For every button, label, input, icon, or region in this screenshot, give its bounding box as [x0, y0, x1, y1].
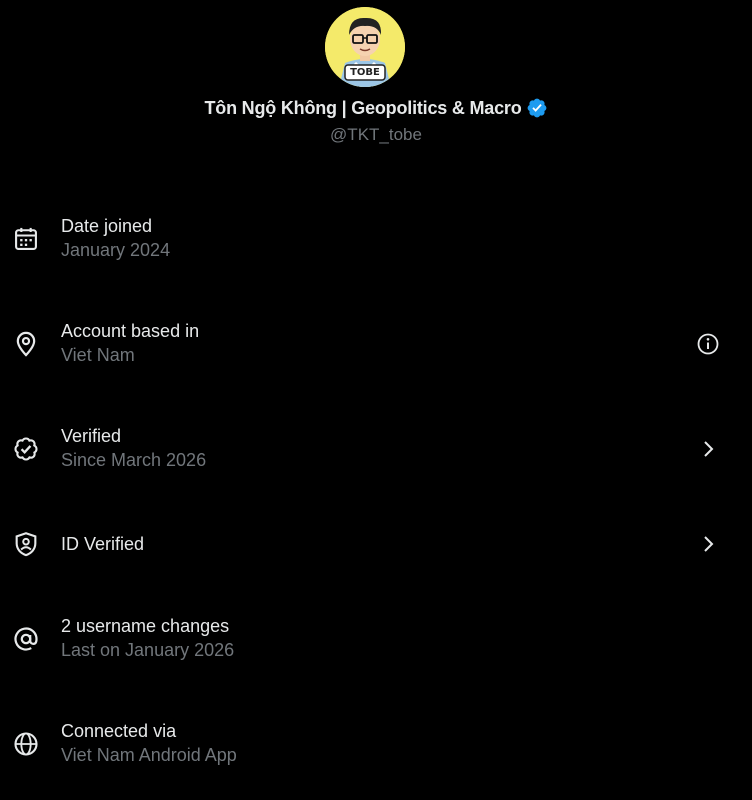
- chevron-right-icon[interactable]: [696, 437, 720, 461]
- row-text: Verified Since March 2026: [61, 424, 206, 473]
- verified-badge-icon[interactable]: [526, 97, 548, 119]
- verified-check-icon: [14, 436, 38, 461]
- info-row-verified[interactable]: Verified Since March 2026: [0, 396, 752, 501]
- info-icon[interactable]: [696, 332, 720, 356]
- location-pin-icon: [16, 331, 36, 357]
- row-title: Date joined: [61, 216, 153, 236]
- row-title: 2 username changes: [61, 616, 230, 636]
- row-text: Date joined January 2024: [61, 214, 170, 263]
- row-subtitle: Viet Nam: [61, 345, 135, 365]
- row-text: ID Verified: [61, 532, 144, 556]
- info-row-username-changes: 2 username changes Last on January 2026: [0, 586, 752, 691]
- id-shield-icon: [15, 531, 37, 556]
- info-row-account-based-in: Account based in Viet Nam: [0, 291, 752, 396]
- chevron-right-icon[interactable]: [696, 532, 720, 556]
- avatar[interactable]: TOBE: [325, 7, 405, 87]
- row-subtitle: Last on January 2026: [61, 640, 235, 660]
- globe-icon: [14, 731, 38, 756]
- row-text: 2 username changes Last on January 2026: [61, 614, 234, 663]
- display-name: Tôn Ngộ Không | Geopolitics & Macro: [204, 97, 522, 118]
- at-sign-icon: [14, 626, 38, 651]
- row-subtitle: Since March 2026: [61, 450, 207, 470]
- avatar-label: TOBE: [350, 67, 380, 78]
- profile-handle: @TKT_tobe: [330, 125, 422, 144]
- row-title: Verified: [61, 426, 122, 446]
- row-title: Account based in: [61, 321, 200, 341]
- row-title: ID Verified: [61, 533, 145, 554]
- row-subtitle: January 2024: [61, 240, 171, 260]
- row-title: Connected via: [61, 721, 177, 741]
- row-text: Connected via Viet Nam Android App: [61, 719, 237, 768]
- calendar-icon: [15, 227, 37, 250]
- row-subtitle: Viet Nam Android App: [61, 745, 237, 765]
- display-name-row: Tôn Ngộ Không | Geopolitics & Macro: [0, 97, 752, 119]
- row-text: Account based in Viet Nam: [61, 319, 199, 368]
- info-row-date-joined: Date joined January 2024: [0, 186, 752, 291]
- info-row-id-verified[interactable]: ID Verified: [0, 491, 752, 596]
- info-row-connected-via: Connected via Viet Nam Android App: [0, 691, 752, 796]
